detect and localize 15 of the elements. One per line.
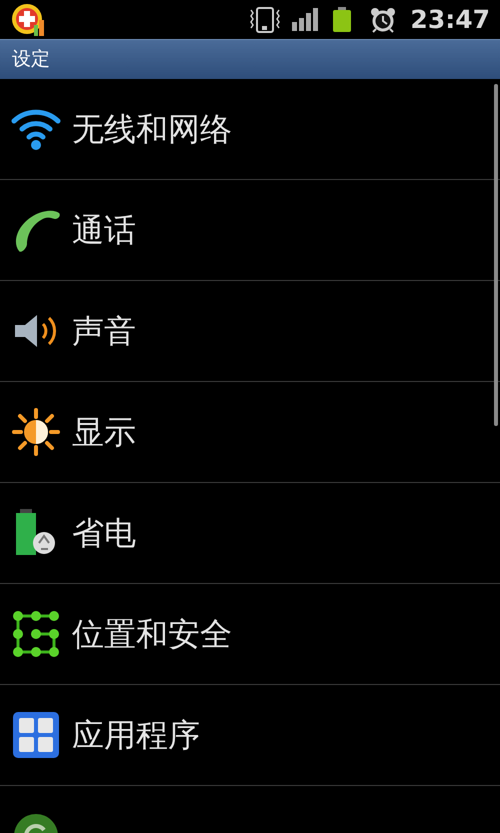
settings-item[interactable]: 应用程序	[0, 685, 500, 786]
settings-item[interactable]: 位置和安全	[0, 584, 500, 685]
signal-icon	[292, 8, 318, 32]
app-grid-icon	[13, 712, 59, 758]
clock-time: 23:47	[410, 4, 490, 36]
settings-item[interactable]: 省电	[0, 483, 500, 584]
vibrate-icon	[248, 6, 282, 32]
battery-recycle-icon	[15, 509, 57, 557]
wifi-icon	[11, 107, 61, 151]
screen-title: 设定	[12, 47, 50, 72]
alarm-clock-icon	[370, 6, 396, 32]
dot-pattern-icon	[12, 611, 60, 657]
sun-icon	[12, 408, 60, 456]
battery-icon	[332, 6, 352, 32]
speaker-icon	[13, 312, 59, 350]
